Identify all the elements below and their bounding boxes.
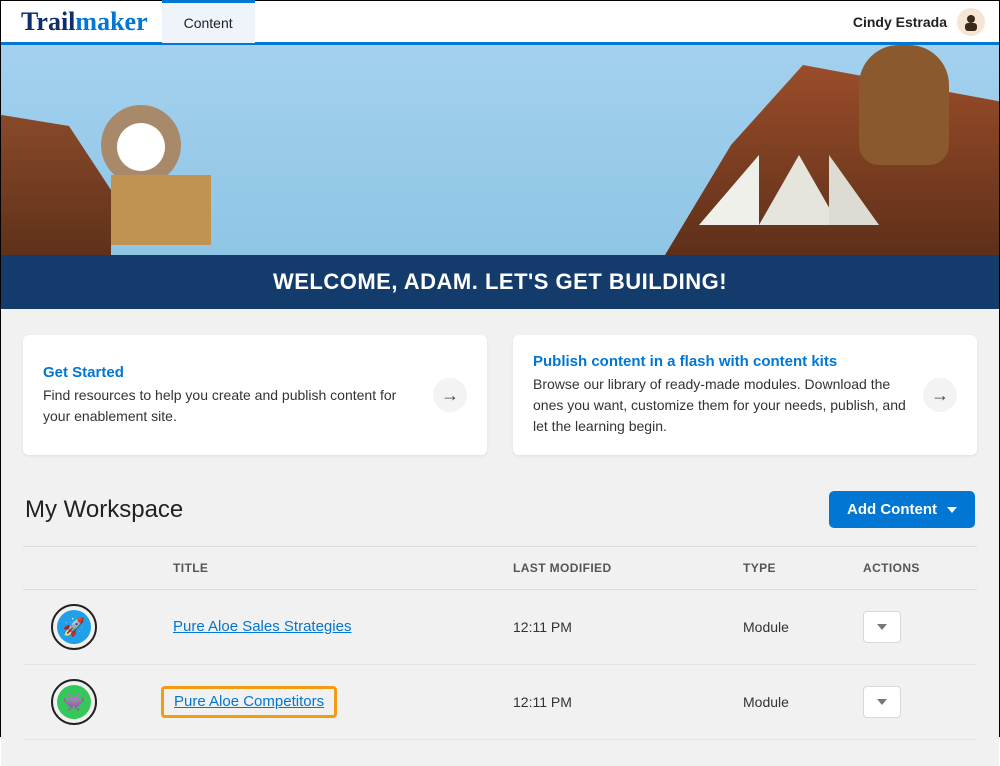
card-description: Browse our library of ready-made modules…	[533, 374, 907, 437]
module-title-link[interactable]: Pure Aloe Sales Strategies	[173, 618, 351, 635]
highlighted-item: Pure Aloe Competitors	[161, 686, 337, 718]
chevron-down-icon	[947, 507, 957, 513]
table-row: 🚀 Pure Aloe Sales Strategies 12:11 PM Mo…	[23, 590, 977, 665]
card-content-kits[interactable]: Publish content in a flash with content …	[513, 335, 977, 455]
logo: Trailmaker	[21, 7, 148, 37]
column-actions: ACTIONS	[863, 561, 973, 575]
add-content-label: Add Content	[847, 501, 937, 518]
module-icon: 👾	[51, 679, 97, 725]
avatar[interactable]	[957, 8, 985, 36]
logo-text-b: maker	[75, 7, 147, 36]
card-title: Get Started	[43, 364, 417, 381]
chevron-down-icon	[877, 624, 887, 630]
row-actions-button[interactable]	[863, 686, 901, 718]
top-bar: Trailmaker Content Cindy Estrada	[1, 1, 999, 45]
logo-text-a: Trail	[21, 7, 75, 36]
welcome-banner: WELCOME, ADAM. LET'S GET BUILDING!	[1, 255, 999, 309]
card-description: Find resources to help you create and pu…	[43, 385, 417, 427]
module-title-link[interactable]: Pure Aloe Competitors	[174, 693, 324, 710]
hero-character-bear	[719, 45, 959, 235]
rocket-icon: 🚀	[57, 610, 91, 644]
alien-icon: 👾	[57, 685, 91, 719]
column-title: TITLE	[173, 561, 513, 575]
tab-content[interactable]: Content	[162, 0, 255, 43]
workspace-title: My Workspace	[25, 496, 829, 524]
chevron-down-icon	[877, 699, 887, 705]
info-cards-row: Get Started Find resources to help you c…	[23, 335, 977, 455]
type-value: Module	[743, 619, 863, 635]
arrow-right-icon[interactable]: →	[923, 378, 957, 412]
add-content-button[interactable]: Add Content	[829, 491, 975, 528]
last-modified-value: 12:11 PM	[513, 694, 743, 710]
user-name: Cindy Estrada	[853, 14, 947, 30]
table-row: 👾 Pure Aloe Competitors 12:11 PM Module	[23, 665, 977, 740]
column-last-modified: LAST MODIFIED	[513, 561, 743, 575]
column-type: TYPE	[743, 561, 863, 575]
last-modified-value: 12:11 PM	[513, 619, 743, 635]
row-actions-button[interactable]	[863, 611, 901, 643]
type-value: Module	[743, 694, 863, 710]
workspace-table: TITLE LAST MODIFIED TYPE ACTIONS 🚀 Pure …	[23, 546, 977, 740]
arrow-right-icon[interactable]: →	[433, 378, 467, 412]
module-icon: 🚀	[51, 604, 97, 650]
card-title: Publish content in a flash with content …	[533, 353, 907, 370]
avatar-icon	[960, 11, 982, 33]
table-header: TITLE LAST MODIFIED TYPE ACTIONS	[23, 546, 977, 590]
content-area: Get Started Find resources to help you c…	[1, 309, 999, 766]
workspace-header: My Workspace Add Content	[23, 491, 977, 528]
hero-character-astro	[81, 105, 231, 255]
hero-banner	[1, 45, 999, 255]
card-get-started[interactable]: Get Started Find resources to help you c…	[23, 335, 487, 455]
